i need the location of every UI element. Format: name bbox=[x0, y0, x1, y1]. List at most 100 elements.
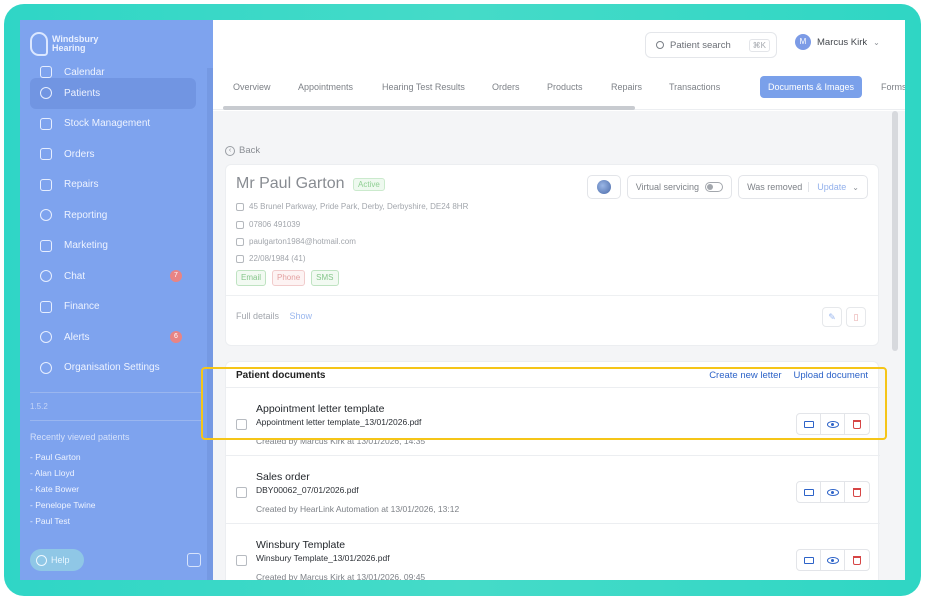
collapse-sidebar-icon[interactable] bbox=[187, 553, 201, 567]
sidebar-item-calendar[interactable]: Calendar bbox=[30, 64, 196, 78]
document-filename[interactable]: DBY00062_07/01/2026.pdf bbox=[256, 485, 359, 495]
tab-appointments[interactable]: Appointments bbox=[290, 76, 361, 98]
sidebar-item-label: Reporting bbox=[64, 209, 108, 221]
phone-text: 07806 491039 bbox=[249, 220, 301, 229]
alerts-count-badge: 6 bbox=[170, 331, 182, 343]
email-document-button[interactable] bbox=[797, 482, 821, 502]
card-divider bbox=[226, 295, 878, 296]
document-actions bbox=[796, 481, 870, 503]
globe-icon bbox=[596, 180, 611, 194]
tab-hearing-test-results[interactable]: Hearing Test Results bbox=[374, 76, 473, 98]
mail-icon bbox=[236, 237, 244, 246]
recent-patient-link[interactable]: - Paul Test bbox=[30, 516, 96, 532]
show-details-link[interactable]: Show bbox=[290, 311, 313, 321]
document-checkbox[interactable] bbox=[236, 487, 247, 498]
recently-viewed-list: - Paul Garton - Alan Lloyd - Kate Bower … bbox=[30, 452, 96, 532]
tab-products[interactable]: Products bbox=[539, 76, 591, 98]
sidebar-item-orders[interactable]: Orders bbox=[30, 139, 196, 170]
recent-patient-link[interactable]: - Kate Bower bbox=[30, 484, 96, 500]
delete-document-button[interactable] bbox=[845, 550, 869, 570]
sidebar-item-alerts[interactable]: Alerts 6 bbox=[30, 322, 196, 353]
sidebar-item-organisation-settings[interactable]: Organisation Settings bbox=[30, 353, 196, 384]
sidebar-item-marketing[interactable]: Marketing bbox=[30, 231, 196, 262]
sidebar-item-repairs[interactable]: Repairs bbox=[30, 170, 196, 201]
recent-patient-link[interactable]: - Penelope Twine bbox=[30, 500, 96, 516]
search-label: Patient search bbox=[670, 39, 731, 51]
toggle-switch[interactable] bbox=[705, 182, 724, 192]
mail-icon bbox=[803, 488, 814, 496]
avatar: M bbox=[795, 34, 811, 50]
tab-orders[interactable]: Orders bbox=[484, 76, 528, 98]
search-shortcut: ⌘K bbox=[748, 38, 770, 52]
sidebar-item-label: Calendar bbox=[64, 67, 105, 78]
tab-transactions[interactable]: Transactions bbox=[661, 76, 728, 98]
arrow-left-icon: ‹ bbox=[225, 145, 235, 156]
sidebar-item-finance[interactable]: Finance bbox=[30, 292, 196, 323]
pencil-icon: ✎ bbox=[828, 312, 836, 322]
sidebar-item-label: Organisation Settings bbox=[64, 362, 160, 374]
tab-repairs[interactable]: Repairs bbox=[603, 76, 650, 98]
sidebar: Windsbury Hearing Calendar Patients Stoc… bbox=[20, 20, 213, 580]
sidebar-item-label: Patients bbox=[64, 87, 101, 99]
document-row[interactable]: Sales order DBY00062_07/01/2026.pdf Crea… bbox=[226, 455, 880, 523]
delete-document-button[interactable] bbox=[845, 482, 869, 502]
back-label: Back bbox=[239, 145, 261, 156]
main-content: ‹ Back Mr Paul Garton Active 45 Brunel P… bbox=[213, 111, 905, 580]
recent-patient-link[interactable]: - Paul Garton bbox=[30, 452, 96, 468]
document-title: Sales order bbox=[256, 471, 310, 483]
sidebar-divider bbox=[30, 420, 203, 421]
orders-icon bbox=[40, 148, 52, 161]
sidebar-item-label: Finance bbox=[64, 301, 100, 313]
globe-button[interactable] bbox=[586, 175, 621, 199]
patient-name: Mr Paul Garton bbox=[236, 175, 345, 192]
tabs-scrollbar[interactable] bbox=[223, 106, 635, 110]
document-checkbox[interactable] bbox=[236, 555, 247, 566]
document-row[interactable]: Winsbury Template Winsbury Template_13/0… bbox=[226, 523, 880, 580]
user-name: Marcus Kirk bbox=[817, 36, 868, 48]
sidebar-item-reporting[interactable]: Reporting bbox=[30, 200, 196, 231]
email-document-button[interactable] bbox=[797, 550, 821, 570]
content-scrollbar[interactable] bbox=[892, 111, 898, 351]
edit-patient-button[interactable]: ✎ bbox=[822, 307, 842, 327]
phone-icon bbox=[236, 220, 244, 229]
help-icon bbox=[36, 554, 47, 566]
view-document-button[interactable] bbox=[821, 550, 845, 570]
back-link[interactable]: ‹ Back bbox=[225, 145, 260, 156]
trash-icon: ▯ bbox=[853, 312, 859, 322]
view-document-button[interactable] bbox=[821, 482, 845, 502]
document-filename[interactable]: Winsbury Template_13/01/2026.pdf bbox=[256, 553, 390, 563]
eye-icon bbox=[826, 488, 839, 496]
brand-logo[interactable]: Windsbury Hearing bbox=[30, 32, 112, 56]
help-button[interactable]: Help bbox=[30, 549, 84, 571]
tab-forms[interactable]: Forms bbox=[873, 76, 905, 98]
patient-dob: 22/08/1984 (41) bbox=[236, 254, 306, 263]
sidebar-item-chat[interactable]: Chat 7 bbox=[30, 261, 196, 292]
top-bar: Patient search ⌘K M Marcus Kirk ⌄ bbox=[213, 20, 905, 70]
phone-consent-chip[interactable]: Phone bbox=[272, 270, 306, 286]
tab-documents-images[interactable]: Documents & Images bbox=[760, 76, 863, 98]
sidebar-item-patients[interactable]: Patients bbox=[30, 78, 196, 109]
virtual-servicing-label: Virtual servicing bbox=[635, 182, 700, 192]
trash-icon bbox=[853, 555, 861, 565]
eye-icon bbox=[826, 556, 839, 564]
sidebar-item-stock-management[interactable]: Stock Management bbox=[30, 109, 196, 140]
help-label: Help bbox=[51, 555, 70, 565]
document-meta: Created by Marcus Kirk at 13/01/2026, 09… bbox=[256, 572, 426, 580]
sms-consent-chip[interactable]: SMS bbox=[311, 270, 339, 286]
patient-phone: 07806 491039 bbox=[236, 220, 300, 229]
status-select[interactable]: Was removed Update ⌄ bbox=[738, 175, 868, 199]
tab-overview[interactable]: Overview bbox=[225, 76, 279, 98]
recent-patient-link[interactable]: - Alan Lloyd bbox=[30, 468, 96, 484]
search-icon bbox=[656, 41, 664, 49]
calendar-icon bbox=[40, 66, 52, 78]
virtual-servicing-toggle[interactable]: Virtual servicing bbox=[626, 175, 733, 199]
user-menu[interactable]: M Marcus Kirk ⌄ bbox=[795, 34, 880, 50]
delete-patient-button[interactable]: ▯ bbox=[846, 307, 866, 327]
sidebar-nav: Calendar Patients Stock Management Order… bbox=[30, 64, 196, 383]
status-value: Was removed bbox=[747, 182, 803, 192]
update-button[interactable]: Update bbox=[808, 182, 846, 192]
email-consent-chip[interactable]: Email bbox=[236, 270, 267, 286]
patient-search-button[interactable]: Patient search ⌘K bbox=[645, 32, 777, 58]
sidebar-item-label: Repairs bbox=[64, 179, 99, 191]
mail-icon bbox=[40, 239, 52, 252]
